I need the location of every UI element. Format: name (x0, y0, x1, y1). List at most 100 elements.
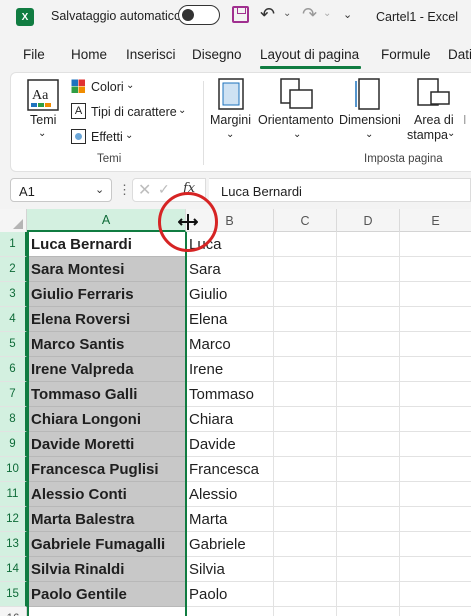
cell-d[interactable] (337, 432, 400, 457)
column-header-c[interactable]: C (274, 209, 337, 232)
spreadsheet-grid[interactable]: A B C D E 1 Luca Bernardi Luca 2 Sara Montes… (0, 209, 471, 616)
cell-a[interactable]: Irene Valpreda (27, 357, 186, 382)
row-header[interactable]: 2 (0, 257, 27, 282)
cell-e[interactable] (400, 257, 471, 282)
more-icon[interactable]: ⋮ (118, 182, 131, 198)
cell-d[interactable] (337, 232, 400, 257)
cell-c[interactable] (274, 532, 337, 557)
cell-c[interactable] (274, 307, 337, 332)
row-header[interactable]: 15 (0, 582, 27, 607)
cell-d[interactable] (337, 332, 400, 357)
undo-icon[interactable]: ↶ (260, 4, 275, 25)
cell-a[interactable]: Chiara Longoni (27, 407, 186, 432)
cell-c[interactable] (274, 432, 337, 457)
row-header[interactable]: 6 (0, 357, 27, 382)
cell-c[interactable] (274, 557, 337, 582)
cell-d[interactable] (337, 457, 400, 482)
row-header[interactable]: 11 (0, 482, 27, 507)
tab-dati[interactable]: Dati (448, 47, 471, 62)
cell-e[interactable] (400, 482, 471, 507)
cell-a[interactable]: Alessio Conti (27, 482, 186, 507)
cell-d[interactable] (337, 357, 400, 382)
cell-e[interactable] (400, 507, 471, 532)
cell-e[interactable] (400, 307, 471, 332)
cell-b[interactable]: Davide (186, 432, 274, 457)
cell-e[interactable] (400, 357, 471, 382)
tab-home[interactable]: Home (71, 47, 107, 62)
cell-b[interactable]: Marta (186, 507, 274, 532)
cell-a[interactable] (27, 607, 186, 616)
cell-a[interactable]: Paolo Gentile (27, 582, 186, 607)
cell-c[interactable] (274, 357, 337, 382)
customize-toolbar-icon[interactable]: ⌄ (343, 8, 352, 21)
cell-e[interactable] (400, 332, 471, 357)
row-header[interactable]: 3 (0, 282, 27, 307)
cell-e[interactable] (400, 457, 471, 482)
cell-c[interactable] (274, 582, 337, 607)
cell-a[interactable]: Marco Santis (27, 332, 186, 357)
cell-b[interactable] (186, 607, 274, 616)
cell-c[interactable] (274, 407, 337, 432)
cell-e[interactable] (400, 557, 471, 582)
cell-e[interactable] (400, 282, 471, 307)
cell-e[interactable] (400, 607, 471, 616)
cell-b[interactable]: Gabriele (186, 532, 274, 557)
cell-c[interactable] (274, 382, 337, 407)
row-header[interactable]: 10 (0, 457, 27, 482)
cell-d[interactable] (337, 532, 400, 557)
row-header[interactable]: 16 (0, 607, 27, 616)
cell-b[interactable]: Giulio (186, 282, 274, 307)
cell-a[interactable]: Silvia Rinaldi (27, 557, 186, 582)
chevron-down-icon[interactable]: ⌄ (95, 183, 104, 196)
cell-d[interactable] (337, 382, 400, 407)
cell-e[interactable] (400, 407, 471, 432)
cell-b[interactable]: Silvia (186, 557, 274, 582)
cell-d[interactable] (337, 257, 400, 282)
cell-b[interactable]: Marco (186, 332, 274, 357)
cell-c[interactable] (274, 257, 337, 282)
undo-dropdown-icon[interactable]: ⌄ (283, 8, 291, 19)
cell-d[interactable] (337, 482, 400, 507)
column-header-e[interactable]: E (400, 209, 471, 232)
tab-formule[interactable]: Formule (381, 47, 431, 62)
cell-c[interactable] (274, 332, 337, 357)
select-all-button[interactable] (0, 209, 27, 232)
cell-d[interactable] (337, 407, 400, 432)
cell-b[interactable]: Tommaso (186, 382, 274, 407)
cell-a[interactable]: Giulio Ferraris (27, 282, 186, 307)
row-header[interactable]: 13 (0, 532, 27, 557)
cell-d[interactable] (337, 282, 400, 307)
cell-a[interactable]: Elena Roversi (27, 307, 186, 332)
cell-d[interactable] (337, 507, 400, 532)
tab-layout-di-pagina[interactable]: Layout di pagina (260, 47, 359, 62)
cell-c[interactable] (274, 282, 337, 307)
row-header[interactable]: 7 (0, 382, 27, 407)
row-header[interactable]: 14 (0, 557, 27, 582)
save-icon[interactable] (232, 6, 249, 23)
cell-b[interactable]: Alessio (186, 482, 274, 507)
row-header[interactable]: 12 (0, 507, 27, 532)
cell-b[interactable]: Francesca (186, 457, 274, 482)
cell-a[interactable]: Davide Moretti (27, 432, 186, 457)
tab-file[interactable]: File (23, 47, 45, 62)
cell-c[interactable] (274, 507, 337, 532)
row-header[interactable]: 1 (0, 232, 27, 257)
cell-c[interactable] (274, 482, 337, 507)
cell-e[interactable] (400, 232, 471, 257)
cell-d[interactable] (337, 307, 400, 332)
cell-b[interactable]: Paolo (186, 582, 274, 607)
tab-disegno[interactable]: Disegno (192, 47, 242, 62)
row-header[interactable]: 8 (0, 407, 27, 432)
cell-c[interactable] (274, 607, 337, 616)
cell-a[interactable]: Francesca Puglisi (27, 457, 186, 482)
breaks-label-partial[interactable]: I (463, 113, 466, 127)
cell-e[interactable] (400, 582, 471, 607)
cell-b[interactable]: Irene (186, 357, 274, 382)
row-header[interactable]: 5 (0, 332, 27, 357)
cell-d[interactable] (337, 557, 400, 582)
cell-e[interactable] (400, 532, 471, 557)
column-header-d[interactable]: D (337, 209, 400, 232)
cell-a[interactable]: Sara Montesi (27, 257, 186, 282)
cell-d[interactable] (337, 607, 400, 616)
tab-inserisci[interactable]: Inserisci (126, 47, 176, 62)
